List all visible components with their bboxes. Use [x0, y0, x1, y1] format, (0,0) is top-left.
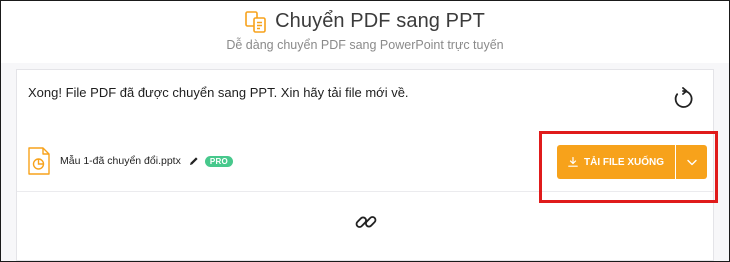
download-button[interactable]: TẢI FILE XUỐNG [557, 145, 675, 179]
section-divider [17, 191, 713, 192]
pencil-icon[interactable] [189, 156, 199, 166]
success-message: Xong! File PDF đã được chuyển sang PPT. … [28, 85, 409, 100]
page-subtitle: Dễ dàng chuyển PDF sang PowerPoint trực … [226, 38, 504, 52]
download-options-button[interactable] [676, 145, 707, 179]
pro-badge: PRO [204, 155, 234, 167]
header: Chuyển PDF sang PPT Dễ dàng chuyển PDF s… [1, 1, 729, 63]
file-row: Mẫu 1-đã chuyển đổi.pptx PRO [28, 147, 234, 175]
button-divider [675, 145, 676, 179]
title-row: Chuyển PDF sang PPT [1, 10, 729, 33]
pptx-file-icon [28, 147, 50, 175]
file-name[interactable]: Mẫu 1-đã chuyển đổi.pptx [60, 155, 181, 167]
link-icon[interactable] [354, 210, 378, 234]
restart-icon[interactable] [671, 87, 695, 111]
pdf-to-ppt-icon [245, 10, 266, 33]
download-button-label: TẢI FILE XUỐNG [584, 156, 664, 168]
app-frame: Chuyển PDF sang PPT Dễ dàng chuyển PDF s… [0, 0, 730, 262]
download-icon [568, 157, 578, 167]
page-title: Chuyển PDF sang PPT [275, 10, 485, 32]
result-panel: Xong! File PDF đã được chuyển sang PPT. … [16, 69, 714, 261]
chevron-down-icon [686, 159, 697, 165]
download-button-group: TẢI FILE XUỐNG [557, 145, 707, 179]
